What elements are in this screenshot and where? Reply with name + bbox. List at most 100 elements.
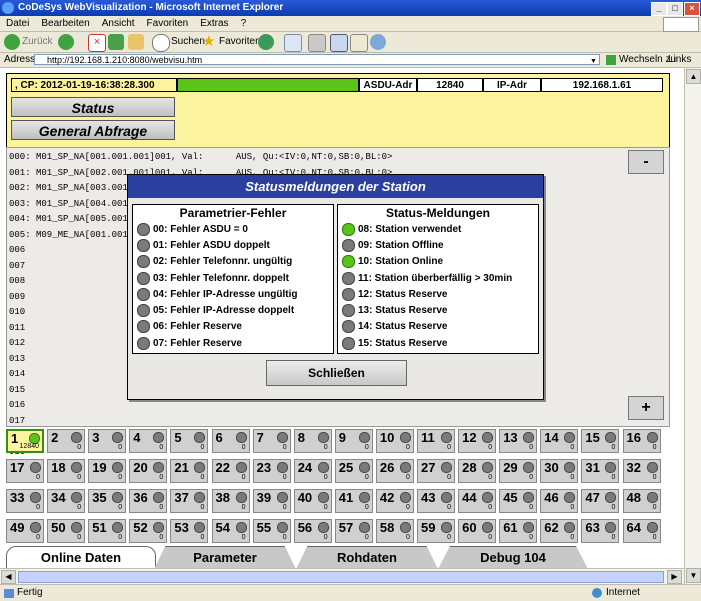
station-button[interactable]: 23 0 bbox=[252, 459, 291, 483]
favorites-star-icon[interactable]: ★ bbox=[202, 34, 218, 50]
station-button[interactable]: 33 0 bbox=[6, 489, 44, 513]
station-button[interactable]: 30 0 bbox=[540, 459, 579, 483]
station-button[interactable]: 56 0 bbox=[293, 519, 332, 543]
station-button[interactable]: 59 0 bbox=[417, 519, 455, 543]
station-button[interactable]: 60 0 bbox=[458, 519, 497, 543]
station-button[interactable]: 22 0 bbox=[211, 459, 250, 483]
station-button[interactable]: 42 0 bbox=[375, 489, 414, 513]
go-arrow-icon[interactable] bbox=[606, 55, 616, 65]
menu-ansicht[interactable]: Ansicht bbox=[96, 16, 141, 31]
station-button[interactable]: 31 0 bbox=[581, 459, 620, 483]
tab-raw-data[interactable]: Rohdaten bbox=[296, 546, 438, 569]
close-window-button[interactable]: × bbox=[684, 2, 700, 16]
station-button[interactable]: 61 0 bbox=[499, 519, 538, 543]
station-button[interactable]: 15 0 bbox=[581, 429, 620, 453]
search-icon[interactable] bbox=[152, 34, 170, 52]
station-button[interactable]: 25 0 bbox=[334, 459, 373, 483]
station-button[interactable]: 54 0 bbox=[211, 519, 250, 543]
station-button[interactable]: 27 0 bbox=[417, 459, 455, 483]
station-button[interactable]: 13 0 bbox=[499, 429, 538, 453]
stop-icon[interactable]: × bbox=[88, 34, 106, 52]
station-button[interactable]: 50 bbox=[170, 429, 209, 453]
horizontal-scroll-thumb[interactable] bbox=[18, 571, 664, 583]
print-icon[interactable] bbox=[308, 34, 326, 52]
station-button[interactable]: 62 0 bbox=[540, 519, 579, 543]
station-button[interactable]: 14 0 bbox=[540, 429, 579, 453]
station-button[interactable]: 60 bbox=[211, 429, 250, 453]
back-arrow-icon[interactable] bbox=[4, 34, 20, 50]
station-button[interactable]: 39 0 bbox=[252, 489, 291, 513]
station-button[interactable]: 55 0 bbox=[252, 519, 291, 543]
messenger-icon[interactable] bbox=[370, 34, 386, 50]
scroll-up-arrow-icon[interactable]: ▲ bbox=[686, 69, 701, 84]
station-button[interactable]: 38 0 bbox=[211, 489, 250, 513]
station-button[interactable]: 41 0 bbox=[334, 489, 373, 513]
status-button[interactable]: Status bbox=[11, 97, 175, 117]
maximize-button[interactable]: □ bbox=[667, 2, 683, 16]
station-button[interactable]: 24 0 bbox=[293, 459, 332, 483]
station-button[interactable]: 20 bbox=[47, 429, 86, 453]
general-query-button[interactable]: General Abfrage bbox=[11, 120, 175, 140]
station-button[interactable]: 30 bbox=[88, 429, 127, 453]
station-button[interactable]: 29 0 bbox=[499, 459, 538, 483]
scroll-right-arrow-icon[interactable]: ▶ bbox=[667, 570, 682, 584]
station-button[interactable]: 35 0 bbox=[88, 489, 127, 513]
station-button[interactable]: 52 0 bbox=[129, 519, 168, 543]
home-icon[interactable] bbox=[128, 34, 144, 50]
scroll-down-arrow-icon[interactable]: ▼ bbox=[686, 568, 701, 583]
menu-extras[interactable]: Extras bbox=[194, 16, 234, 31]
back-button[interactable]: Zurück bbox=[22, 34, 53, 50]
station-button[interactable]: 12 0 bbox=[458, 429, 497, 453]
minimize-button[interactable]: _ bbox=[651, 2, 667, 16]
station-button[interactable]: 34 0 bbox=[47, 489, 86, 513]
menu-datei[interactable]: Datei bbox=[0, 16, 35, 31]
menu-bearbeiten[interactable]: Bearbeiten bbox=[35, 16, 95, 31]
station-button[interactable]: 58 0 bbox=[375, 519, 414, 543]
station-button[interactable]: 32 0 bbox=[622, 459, 661, 483]
station-button[interactable]: 51 0 bbox=[88, 519, 127, 543]
station-button[interactable]: 50 0 bbox=[47, 519, 86, 543]
scroll-plus-button[interactable]: + bbox=[628, 396, 664, 420]
links-button[interactable]: Links bbox=[668, 53, 691, 67]
tab-debug-104[interactable]: Debug 104 bbox=[438, 546, 588, 569]
station-button[interactable]: 1 12840 bbox=[6, 429, 44, 453]
station-button[interactable]: 16 0 bbox=[622, 429, 661, 453]
history-icon[interactable] bbox=[258, 34, 274, 50]
station-button[interactable]: 47 0 bbox=[581, 489, 620, 513]
scroll-minus-button[interactable]: - bbox=[628, 150, 664, 174]
station-button[interactable]: 53 0 bbox=[170, 519, 209, 543]
station-button[interactable]: 10 0 bbox=[375, 429, 414, 453]
menu-help[interactable]: ? bbox=[235, 16, 253, 31]
station-button[interactable]: 44 0 bbox=[458, 489, 497, 513]
station-button[interactable]: 28 0 bbox=[458, 459, 497, 483]
tab-online-data[interactable]: Online Daten bbox=[6, 546, 156, 569]
close-dialog-button[interactable]: Schließen bbox=[266, 360, 407, 386]
search-button[interactable]: Suchen bbox=[171, 34, 205, 50]
vertical-scrollbar[interactable]: ▲ ▼ bbox=[684, 68, 701, 584]
station-button[interactable]: 40 bbox=[129, 429, 168, 453]
station-button[interactable]: 17 0 bbox=[6, 459, 44, 483]
station-button[interactable]: 80 bbox=[293, 429, 332, 453]
scroll-left-arrow-icon[interactable]: ◀ bbox=[1, 570, 16, 584]
forward-arrow-icon[interactable] bbox=[58, 34, 74, 50]
mail-icon[interactable] bbox=[284, 34, 302, 52]
url-input[interactable]: http://192.168.1.210:8080/webvisu.htm bbox=[34, 54, 600, 65]
station-button[interactable]: 19 0 bbox=[88, 459, 127, 483]
station-button[interactable]: 64 0 bbox=[622, 519, 661, 543]
station-button[interactable]: 11 0 bbox=[417, 429, 455, 453]
station-button[interactable]: 63 0 bbox=[581, 519, 620, 543]
station-button[interactable]: 90 bbox=[334, 429, 373, 453]
station-button[interactable]: 57 0 bbox=[334, 519, 373, 543]
station-button[interactable]: 18 0 bbox=[47, 459, 86, 483]
station-button[interactable]: 26 0 bbox=[375, 459, 414, 483]
station-button[interactable]: 20 0 bbox=[129, 459, 168, 483]
menu-favoriten[interactable]: Favoriten bbox=[141, 16, 195, 31]
station-button[interactable]: 45 0 bbox=[499, 489, 538, 513]
refresh-icon[interactable] bbox=[108, 34, 124, 50]
horizontal-scrollbar[interactable]: ◀ ▶ bbox=[0, 568, 684, 585]
station-button[interactable]: 37 0 bbox=[170, 489, 209, 513]
edit-icon[interactable] bbox=[330, 34, 348, 52]
station-button[interactable]: 36 0 bbox=[129, 489, 168, 513]
station-button[interactable]: 46 0 bbox=[540, 489, 579, 513]
station-button[interactable]: 49 0 bbox=[6, 519, 44, 543]
